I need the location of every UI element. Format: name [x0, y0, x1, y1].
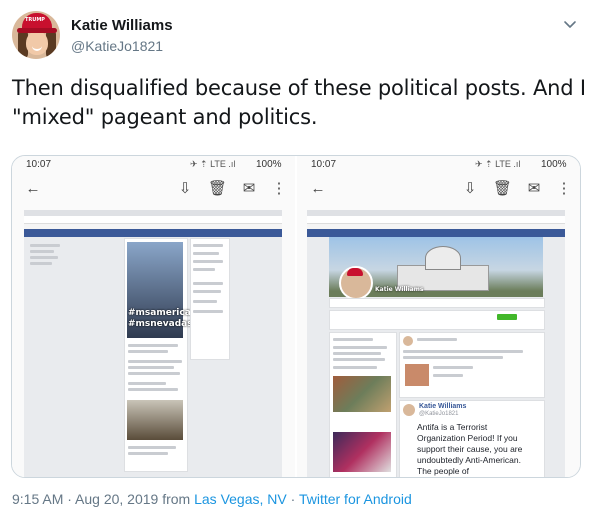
more-icon[interactable]: ⋮ [270, 180, 288, 198]
facebook-page-screenshot: #msamerica2019 #msnevadastate [24, 210, 282, 477]
more-icon[interactable]: ⋮ [555, 180, 573, 198]
avatar[interactable]: TRUMP [12, 11, 60, 59]
facebook-profile-screenshot: Katie Williams Katie Williams @KatieJo18… [307, 210, 565, 477]
meta-separator: · [286, 491, 299, 507]
post-handle: @KatieJo1821 [419, 411, 459, 417]
mail-icon[interactable]: ✉ [525, 180, 543, 198]
tweet-meta: 9:15 AM · Aug 20, 2019 from Las Vegas, N… [12, 491, 412, 507]
trash-icon[interactable]: 🗑 [493, 180, 512, 198]
status-icons: ✈ ⇡ LTE .ıl [475, 159, 521, 169]
status-icons: ✈ ⇡ LTE .ıl [190, 159, 236, 169]
trash-icon[interactable]: 🗑 [208, 180, 227, 198]
download-icon[interactable]: ⇩ [176, 180, 194, 198]
mail-icon[interactable]: ✉ [240, 180, 258, 198]
battery-level: 100% [541, 159, 567, 170]
back-arrow-icon[interactable]: ← [24, 180, 42, 198]
media-image-right[interactable]: 10:07 ✈ ⇡ LTE .ıl 100% ← ⇩ 🗑 ✉ ⋮ Katie W… [297, 156, 580, 477]
post-text: Antifa is a Terrorist Organization Perio… [417, 422, 523, 476]
tweet-text-line-2: "mixed" pageant and politics. [12, 105, 318, 129]
gallery-toolbar: ← ⇩ 🗑 ✉ ⋮ [12, 176, 295, 204]
post-author: Katie Williams [419, 403, 467, 410]
gallery-toolbar: ← ⇩ 🗑 ✉ ⋮ [297, 176, 580, 204]
battery-level: 100% [256, 159, 282, 170]
author-name[interactable]: Katie Williams [71, 17, 173, 34]
tweet-text: Then disqualified because of these polit… [12, 74, 587, 132]
status-time: 10:07 [311, 159, 337, 170]
chevron-down-icon[interactable] [560, 14, 580, 34]
tweet-text-line-1: Then disqualified because of these polit… [12, 76, 586, 100]
download-icon[interactable]: ⇩ [461, 180, 479, 198]
phone-status-bar: 10:07 ✈ ⇡ LTE .ıl 100% [12, 156, 295, 173]
source-link[interactable]: Twitter for Android [299, 491, 412, 507]
back-arrow-icon[interactable]: ← [309, 180, 327, 198]
author-handle[interactable]: @KatieJo1821 [71, 38, 163, 54]
location-link[interactable]: Las Vegas, NV [194, 491, 287, 507]
media-grid[interactable]: 10:07 ✈ ⇡ LTE .ıl 100% ← ⇩ 🗑 ✉ ⋮ #msamer… [11, 155, 581, 478]
timestamp[interactable]: 9:15 AM · Aug 20, 2019 from [12, 491, 194, 507]
status-time: 10:07 [26, 159, 52, 170]
phone-status-bar: 10:07 ✈ ⇡ LTE .ıl 100% [297, 156, 580, 173]
tweet: TRUMP Katie Williams @KatieJo1821 Then d… [0, 0, 593, 518]
media-image-left[interactable]: 10:07 ✈ ⇡ LTE .ıl 100% ← ⇩ 🗑 ✉ ⋮ #msamer… [12, 156, 295, 477]
profile-name: Katie Williams [375, 286, 424, 293]
